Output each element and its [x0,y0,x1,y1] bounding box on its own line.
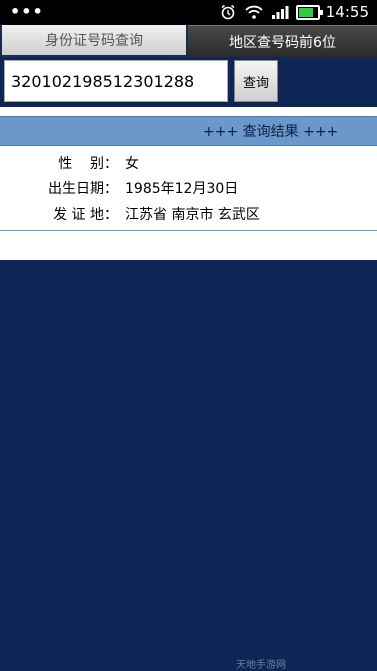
divider [0,230,377,231]
gender-value: 女 [125,156,139,172]
search-area: 查询 [0,57,377,107]
gender-label: 性 别： [58,156,118,172]
issuing-place-value: 江苏省 南京市 玄武区 [125,207,260,223]
wifi-icon [244,3,264,21]
watermark: 天地手游网 [236,660,286,671]
more-dots-icon: ••• [10,2,44,21]
query-button[interactable]: 查询 [234,60,278,102]
signal-icon [270,3,290,21]
tab-id-lookup[interactable]: 身份证号码查询 [0,25,188,57]
birthdate-label: 出生日期： [48,181,118,197]
result-row-issuing-place: 发 证 地： 江苏省 南京市 玄武区 [0,201,377,227]
id-number-input[interactable] [4,60,228,102]
result-panel: 性 别： 女 出生日期： 1985年12月30日 发 证 地： 江苏省 南京市 … [0,146,377,260]
alarm-icon [218,3,238,21]
status-bar: ••• 14:55 [0,0,377,25]
result-row-gender: 性 别： 女 [0,150,377,176]
result-header-text: +++ 查询结果 +++ [203,124,339,140]
spacer [0,107,377,116]
tab-region-lookup[interactable]: 地区查号码前6位 [188,25,377,57]
battery-icon [295,4,323,20]
issuing-place-label: 发 证 地： [53,207,118,223]
clock: 14:55 [325,3,369,21]
tab-bar: 身份证号码查询 地区查号码前6位 [0,25,377,57]
result-row-birthdate: 出生日期： 1985年12月30日 [0,175,377,201]
result-header: +++ 查询结果 +++ [0,116,377,146]
birthdate-value: 1985年12月30日 [125,181,239,197]
